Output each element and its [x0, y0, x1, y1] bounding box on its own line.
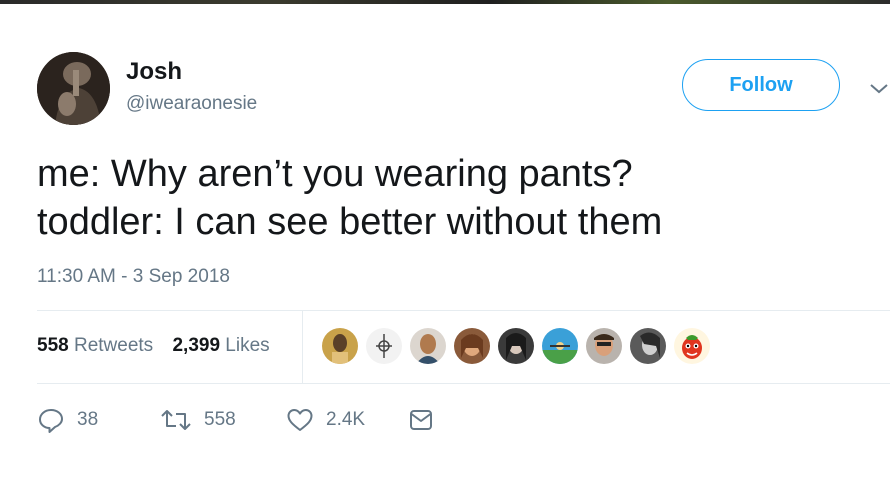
retweets-stat[interactable]: 558 Retweets: [37, 335, 153, 357]
liker-avatar[interactable]: [454, 328, 490, 364]
follow-button[interactable]: Follow: [682, 59, 840, 111]
reply-icon: [39, 409, 63, 433]
tweet-text: me: Why aren’t you wearing pants? toddle…: [37, 150, 857, 246]
retweet-count: 558: [204, 409, 236, 430]
retweets-label: Retweets: [73, 335, 154, 356]
like-icon: [287, 409, 313, 431]
liker-avatar[interactable]: [498, 328, 534, 364]
liker-avatar[interactable]: [366, 328, 402, 364]
liker-avatars: [322, 328, 718, 366]
direct-message-action[interactable]: [408, 402, 434, 438]
likes-stat[interactable]: 2,399 Likes: [172, 335, 269, 357]
chevron-down-icon[interactable]: [868, 78, 890, 98]
tweet-line: me: Why aren’t you wearing pants?: [37, 153, 633, 195]
liker-avatar[interactable]: [674, 328, 710, 364]
direct-message-icon: [410, 410, 432, 430]
liker-avatar[interactable]: [586, 328, 622, 364]
likes-count: 2,399: [172, 335, 221, 356]
tweet-timestamp[interactable]: 11:30 AM - 3 Sep 2018: [37, 266, 230, 288]
divider: [37, 383, 890, 384]
likes-label: Likes: [225, 335, 270, 356]
retweets-count: 558: [37, 335, 69, 356]
author-handle[interactable]: @iwearaonesie: [126, 93, 257, 115]
reply-action[interactable]: 38: [37, 402, 98, 438]
author-name[interactable]: Josh: [126, 58, 182, 86]
liker-avatar[interactable]: [542, 328, 578, 364]
header-image-strip: [0, 0, 890, 4]
author-avatar[interactable]: [37, 52, 110, 125]
retweet-action[interactable]: 558: [160, 402, 236, 438]
like-count: 2.4K: [326, 409, 366, 430]
divider: [302, 311, 303, 383]
divider: [37, 310, 890, 311]
retweet-icon: [161, 410, 191, 430]
like-action[interactable]: 2.4K: [286, 402, 365, 438]
tweet-line: toddler: I can see better without them: [37, 201, 663, 243]
liker-avatar[interactable]: [630, 328, 666, 364]
liker-avatar[interactable]: [322, 328, 358, 364]
liker-avatar[interactable]: [410, 328, 446, 364]
tweet-stats: 558 Retweets 2,399 Likes: [37, 335, 284, 357]
reply-count: 38: [77, 409, 99, 430]
